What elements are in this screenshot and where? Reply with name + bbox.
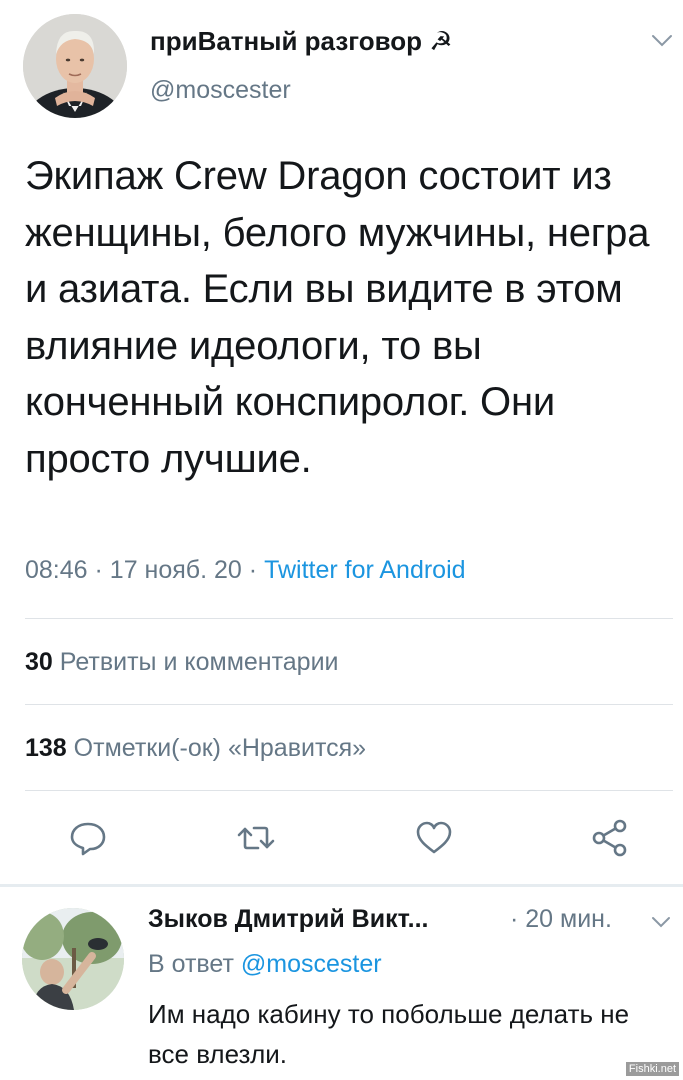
- likes-label: Отметки(-ок) «Нравится»: [73, 734, 367, 762]
- retweet-button[interactable]: [234, 816, 278, 860]
- divider: [25, 618, 673, 619]
- reply-prefix: В ответ: [148, 950, 234, 978]
- like-icon: [416, 821, 452, 854]
- hammer-sickle-icon: ☭: [429, 26, 453, 56]
- tweet-header: приВатный разговор ☭ @moscester: [0, 0, 683, 130]
- author-avatar[interactable]: [23, 14, 127, 118]
- meta-separator: ·: [248, 556, 258, 584]
- likes-stat[interactable]: 138 Отметки(-ок) «Нравится»: [25, 734, 366, 763]
- tweet-time: 08:46: [25, 556, 88, 584]
- reply-mention-link[interactable]: @moscester: [241, 950, 382, 978]
- author-handle[interactable]: @moscester: [150, 76, 291, 105]
- like-button[interactable]: [412, 816, 456, 860]
- tweet-meta: 08:46 · 17 нояб. 20 · Twitter for Androi…: [25, 556, 466, 585]
- tweet-date: 17 нояб. 20: [109, 556, 242, 584]
- divider: [25, 790, 673, 791]
- share-button[interactable]: [588, 816, 632, 860]
- retweets-label: Ретвиты и комментарии: [59, 648, 339, 676]
- likes-count: 138: [25, 734, 67, 762]
- reply-icon: [70, 822, 106, 856]
- share-icon: [592, 819, 627, 857]
- chevron-down-icon[interactable]: [651, 34, 673, 48]
- divider: [25, 704, 673, 705]
- retweets-count: 30: [25, 648, 53, 676]
- tweet-source-link[interactable]: Twitter for Android: [264, 556, 465, 584]
- reply-time: · 20 мин.: [510, 905, 612, 933]
- reply-text: Им надо кабину то побольше делать не все…: [148, 999, 630, 1069]
- reply-to-line: В ответ @moscester: [148, 950, 382, 979]
- author-name-text: приВатный разговор: [150, 26, 423, 56]
- retweets-stat[interactable]: 30 Ретвиты и комментарии: [25, 648, 339, 677]
- tweet-text: Экипаж Crew Dragon состоит из женщины, б…: [25, 154, 650, 481]
- chevron-down-icon[interactable]: [651, 916, 671, 928]
- section-separator: [0, 884, 683, 887]
- meta-separator: ·: [94, 556, 103, 584]
- reply-author-avatar[interactable]: [22, 908, 124, 1010]
- reply-button[interactable]: [66, 816, 110, 860]
- reply-author-name[interactable]: Зыков Дмитрий Викт...: [148, 905, 428, 934]
- retweet-icon: [237, 826, 275, 850]
- watermark-logo: Fishki.net: [625, 1062, 679, 1076]
- author-display-name[interactable]: приВатный разговор ☭: [150, 26, 453, 57]
